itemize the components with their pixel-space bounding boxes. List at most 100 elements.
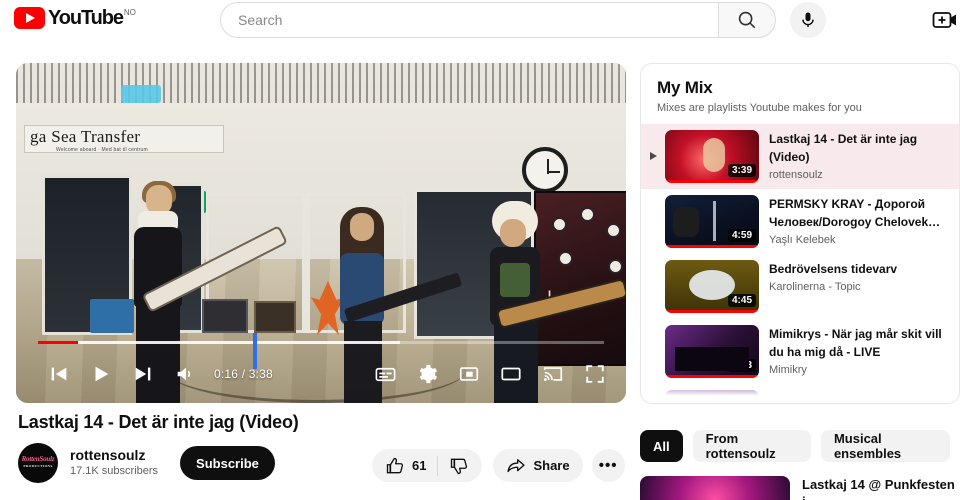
now-playing-indicator <box>641 130 665 160</box>
theater-mode-icon <box>501 367 521 381</box>
video-actions: 61 Share ••• <box>372 449 625 482</box>
miniplayer-button[interactable] <box>448 353 490 395</box>
mix-duration-4: 2:53 <box>727 359 756 372</box>
more-actions-button[interactable]: ••• <box>591 449 625 482</box>
action-divider <box>437 455 439 476</box>
recommended-title-1: Lastkaj 14 @ Punkfesten i <box>802 477 955 500</box>
mix-item-channel-3: Karolinerna - Topic <box>769 281 861 293</box>
mix-header: My Mix Mixes are playlists Youtube makes… <box>641 64 959 124</box>
mix-item-4[interactable]: 2:53 Mimikrys - När jag mår skit vill du… <box>641 319 959 384</box>
recommended-video-1[interactable]: Lastkaj 14 @ Punkfesten i <box>640 476 960 500</box>
play-icon <box>95 366 109 382</box>
ceiling-light <box>121 85 161 103</box>
mix-item-title-1: Lastkaj 14 - Det är inte jag (Video) <box>769 132 918 164</box>
create-video-button[interactable] <box>932 8 960 32</box>
cast-icon <box>543 367 563 381</box>
mix-item-channel-2: Yaşlı Kelebek <box>769 234 836 246</box>
mix-thumbnail-1: 3:39 <box>665 130 759 183</box>
subtitles-icon <box>375 367 395 381</box>
time-display: 0:16 / 3:38 <box>214 367 273 381</box>
thumbs-up-icon <box>386 457 404 473</box>
search-bar: Search <box>220 2 776 38</box>
mix-thumbnail-2: 4:59 <box>665 195 759 248</box>
volume-button[interactable] <box>164 353 206 395</box>
theater-button[interactable] <box>490 353 532 395</box>
mix-item-channel-1: rottensoulz <box>769 169 823 181</box>
play-button[interactable] <box>80 353 122 395</box>
search-icon <box>738 11 756 29</box>
terminal-sign-subtext: Welcome aboard · Med bat til centrum <box>56 147 148 153</box>
microphone-icon <box>802 12 814 27</box>
avatar-logo-text: RottenSoulz PRODUCTIONS <box>21 455 55 469</box>
channel-avatar[interactable]: RottenSoulz PRODUCTIONS <box>18 443 58 483</box>
mix-fade-mask <box>641 377 959 403</box>
youtube-play-icon <box>14 7 45 29</box>
mix-duration-2: 4:59 <box>727 229 756 242</box>
settings-button[interactable] <box>406 353 448 395</box>
mix-duration-3: 4:45 <box>727 294 756 307</box>
like-count: 61 <box>412 458 427 473</box>
subscriber-count: 17.1K subscribers <box>70 465 159 477</box>
share-icon <box>507 458 526 472</box>
youtube-logo-text: YouTube <box>48 7 124 29</box>
mix-thumbnail-3: 4:45 <box>665 260 759 313</box>
progress-buffered <box>38 341 401 344</box>
youtube-watch-page: YouTube NO Search ga Sea Transfer Welcom… <box>0 0 960 500</box>
mix-duration-1: 3:39 <box>727 164 756 177</box>
masthead: YouTube NO Search <box>0 0 960 40</box>
like-dislike-group: 61 <box>372 449 483 482</box>
cast-button[interactable] <box>532 353 574 395</box>
fullscreen-button[interactable] <box>574 353 616 395</box>
create-video-icon <box>932 12 956 28</box>
mix-item-title-3: Bedrövelsens tidevarv <box>769 262 898 276</box>
share-label: Share <box>533 458 570 473</box>
mix-item-3[interactable]: 4:45 Bedrövelsens tidevarv Karolinerna -… <box>641 254 959 319</box>
share-button[interactable]: Share <box>493 449 583 482</box>
volume-icon <box>177 367 191 381</box>
fullscreen-icon <box>586 365 604 383</box>
player-controls: 0:16 / 3:38 <box>16 329 626 403</box>
next-icon <box>135 367 151 381</box>
mix-item-channel-4: Mimikry <box>769 364 807 376</box>
next-button[interactable] <box>122 353 164 395</box>
subscribe-button[interactable]: Subscribe <box>180 446 275 480</box>
mix-index-2 <box>641 195 665 217</box>
channel-row: RottenSoulz PRODUCTIONS rottensoulz 17.1K… <box>18 443 275 483</box>
video-player[interactable]: ga Sea Transfer Welcome aboard · Med bat… <box>16 63 626 403</box>
captions-button[interactable] <box>364 353 406 395</box>
chip-from-channel[interactable]: From rottensoulz <box>692 430 811 462</box>
thumbs-down-icon <box>451 458 468 474</box>
chip-musical-ensembles[interactable]: Musical ensembles <box>820 430 950 462</box>
gear-icon <box>419 364 438 384</box>
search-input[interactable]: Search <box>220 2 718 38</box>
terminal-sign-text: ga Sea Transfer <box>30 127 141 146</box>
previous-button[interactable] <box>38 353 80 395</box>
youtube-logo[interactable]: YouTube NO <box>14 7 136 29</box>
previous-icon <box>51 367 67 381</box>
filter-chips: All From rottensoulz Musical ensembles <box>640 430 960 462</box>
mix-item-1[interactable]: 3:39 Lastkaj 14 - Det är inte jag (Video… <box>641 124 959 189</box>
like-button[interactable]: 61 <box>385 456 426 476</box>
mix-title: My Mix <box>657 78 713 97</box>
mix-item-title-2: PERMSKY KRAY - Дорогой Человек/Dorogoy C… <box>769 197 941 229</box>
progress-bar[interactable] <box>38 333 604 369</box>
progress-played <box>38 341 78 344</box>
recommended-thumbnail-1 <box>640 476 790 500</box>
channel-name[interactable]: rottensoulz <box>70 447 158 464</box>
video-title: Lastkaj 14 - Det är inte jag (Video) <box>18 412 299 432</box>
amplifier <box>202 299 248 333</box>
mix-subtitle: Mixes are playlists Youtube makes for yo… <box>657 102 862 114</box>
mix-index-3 <box>641 260 665 282</box>
voice-search-button[interactable] <box>790 2 826 38</box>
mix-thumbnail-4: 2:53 <box>665 325 759 378</box>
dislike-button[interactable] <box>449 456 469 476</box>
miniplayer-icon <box>459 367 479 381</box>
search-button[interactable] <box>718 2 776 38</box>
mix-panel: My Mix Mixes are playlists Youtube makes… <box>640 63 960 404</box>
search-placeholder: Search <box>238 12 283 28</box>
mix-item-title-4: Mimikrys - När jag mår skit vill du ha m… <box>769 327 942 359</box>
chip-all[interactable]: All <box>640 430 683 462</box>
mix-index-4 <box>641 325 665 347</box>
youtube-country-code: NO <box>123 8 136 17</box>
mix-item-2[interactable]: 4:59 PERMSKY KRAY - Дорогой Человек/Doro… <box>641 189 959 254</box>
